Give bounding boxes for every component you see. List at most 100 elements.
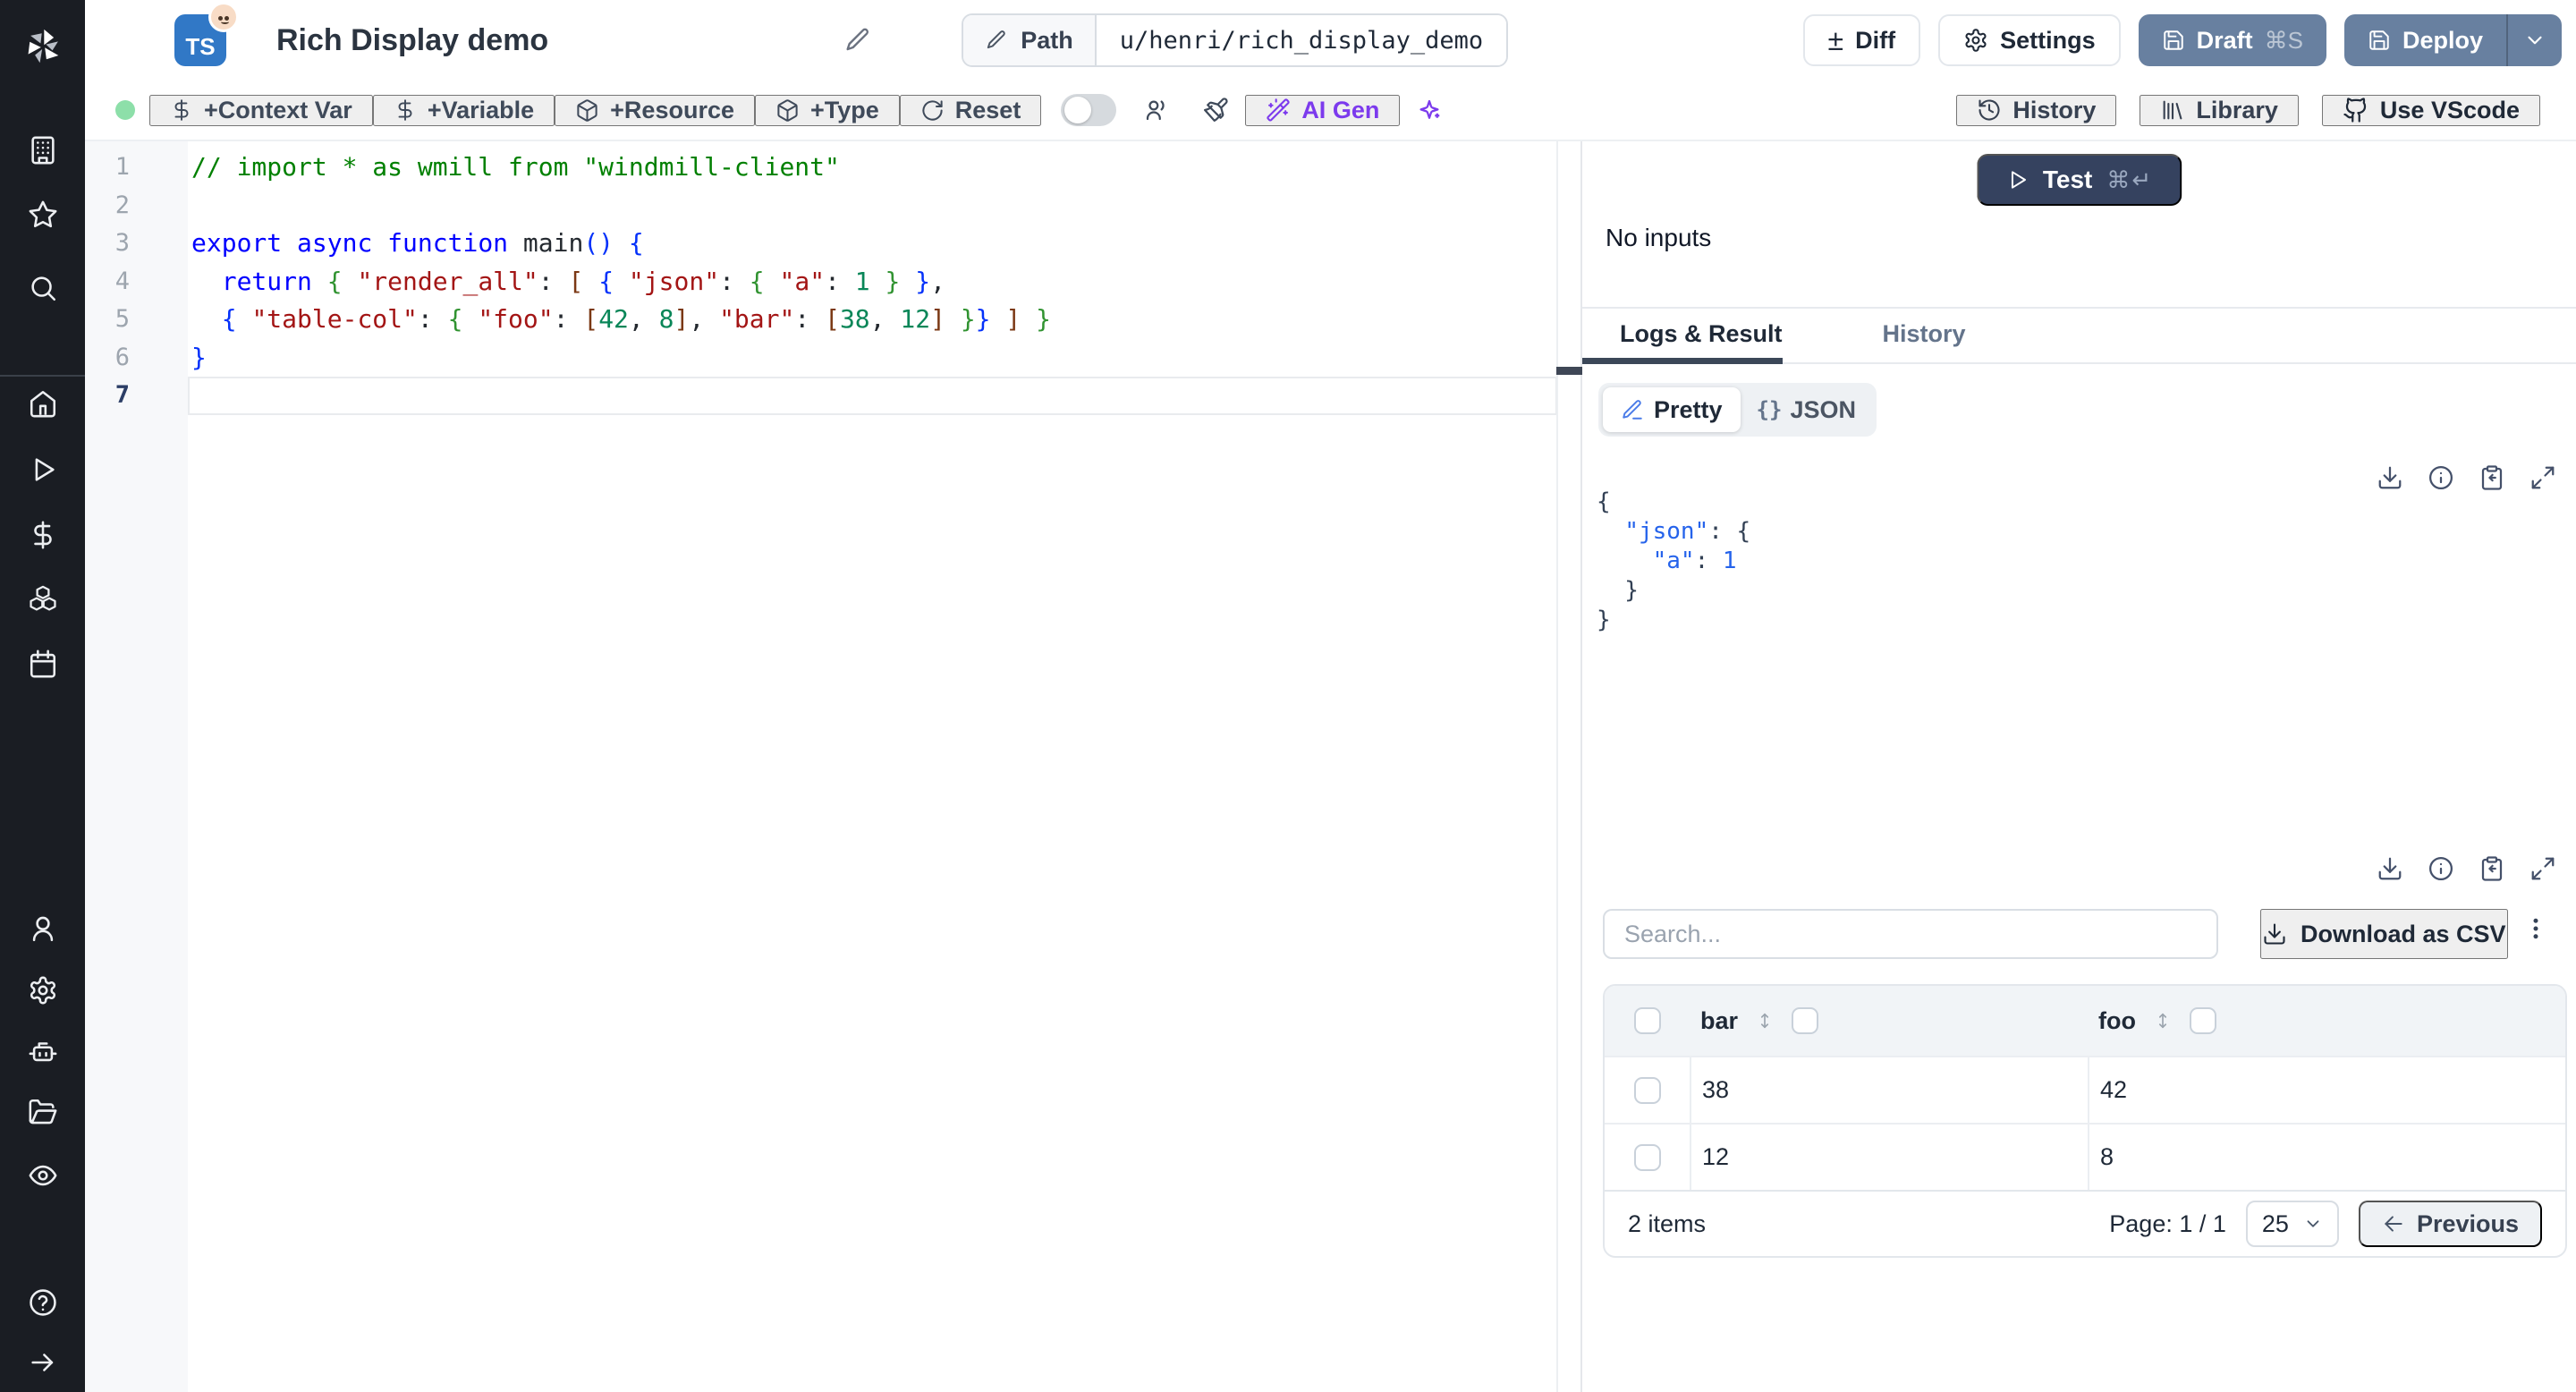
workers-robot-icon[interactable] <box>28 1036 58 1066</box>
result-actions <box>2377 464 2556 491</box>
edit-title-pencil-icon[interactable] <box>843 26 872 55</box>
line-number: 3 <box>114 229 130 257</box>
sort-foo-icon[interactable] <box>2153 1011 2173 1031</box>
diff-label: Diff <box>1855 26 1896 54</box>
windmill-logo-icon[interactable] <box>20 23 66 70</box>
reset-button[interactable]: Reset <box>899 94 1042 126</box>
settings-label: Settings <box>2000 26 2096 54</box>
code-line[interactable]: 4 return { "render_all": [ { "json": { "… <box>85 263 1580 301</box>
resources-cubes-icon[interactable] <box>28 584 58 615</box>
sort-bar-icon[interactable] <box>1755 1011 1775 1031</box>
run-section: Test ⌘↵ No inputs <box>1582 141 2576 307</box>
schedules-calendar-icon[interactable] <box>28 649 58 679</box>
path-pill[interactable]: Path u/henri/rich_display_demo <box>962 13 1509 67</box>
user-icon[interactable] <box>28 913 58 944</box>
diff-mode-toggle[interactable] <box>1061 94 1117 126</box>
path-label: Path <box>1021 26 1073 54</box>
package-icon <box>577 98 597 122</box>
draft-kbd: ⌘S <box>2264 26 2303 54</box>
result-tabs: Logs & Result History <box>1582 307 2576 364</box>
test-button[interactable]: Test ⌘↵ <box>1976 154 2182 206</box>
tab-history[interactable]: History <box>1883 320 1966 362</box>
row-checkbox[interactable] <box>1633 1076 1661 1104</box>
add-context-var-button[interactable]: +Context Var <box>149 94 373 126</box>
result-view-toggle: Pretty {} JSON <box>1598 383 1877 437</box>
result-json-line: { <box>1597 488 1611 515</box>
library-button[interactable]: Library <box>2140 94 2299 126</box>
panel-resize-handle[interactable] <box>1556 367 1582 375</box>
select-all-checkbox[interactable] <box>1633 1007 1661 1034</box>
path-label-segment[interactable]: Path <box>963 15 1097 65</box>
variables-dollar-icon[interactable] <box>28 520 58 550</box>
table-row[interactable]: 38 42 <box>1605 1056 2565 1123</box>
path-value[interactable]: u/henri/rich_display_demo <box>1096 15 1507 65</box>
deploy-button[interactable]: Deploy <box>2343 14 2562 66</box>
home-icon[interactable] <box>28 388 58 419</box>
line-number: 5 <box>114 305 130 333</box>
info-icon[interactable] <box>2428 855 2454 882</box>
code-line[interactable]: 3 export async function main() { <box>85 225 1580 263</box>
code-editor[interactable]: 1// import * as wmill from "windmill-cli… <box>85 141 1582 1392</box>
collab-users-icon[interactable] <box>1127 97 1186 123</box>
deploy-dropdown-button[interactable] <box>2508 14 2562 66</box>
result-json-line: } <box>1597 607 1611 633</box>
line-number: 6 <box>114 343 130 371</box>
cell-bar: 12 <box>1690 1125 2088 1190</box>
code-line[interactable]: 7 <box>85 377 1580 415</box>
library-icon <box>2163 100 2182 120</box>
use-vscode-button[interactable]: Use VScode <box>2321 94 2540 126</box>
help-icon[interactable] <box>28 1287 58 1318</box>
star-icon[interactable] <box>28 199 58 230</box>
app-root: TS Rich Display demo Path u/henri/rich_d… <box>0 0 2576 1392</box>
add-variable-button[interactable]: +Variable <box>372 94 555 126</box>
settings-gear-icon[interactable] <box>28 975 58 1006</box>
code-line[interactable]: 6} <box>85 339 1580 378</box>
audit-eye-icon[interactable] <box>28 1160 58 1191</box>
package-icon <box>777 98 798 122</box>
page-title: Rich Display demo <box>276 22 549 57</box>
info-icon[interactable] <box>2428 464 2454 491</box>
code-line[interactable]: 2 <box>85 187 1580 225</box>
building-icon[interactable] <box>28 135 58 166</box>
settings-button[interactable]: Settings <box>1938 14 2121 66</box>
expand-table-icon[interactable] <box>2529 855 2556 882</box>
download-table-icon[interactable] <box>2377 855 2403 882</box>
download-result-icon[interactable] <box>2377 464 2403 491</box>
json-view-button[interactable]: {} JSON <box>1741 387 1872 432</box>
add-type-button[interactable]: +Type <box>754 94 900 126</box>
runs-play-icon[interactable] <box>28 454 58 485</box>
table-row[interactable]: 12 8 <box>1605 1123 2565 1190</box>
history-button[interactable]: History <box>1956 94 2117 126</box>
code-line[interactable]: 1// import * as wmill from "windmill-cli… <box>85 149 1580 187</box>
editor-right-edge <box>1556 141 1558 1392</box>
folders-icon[interactable] <box>28 1097 58 1127</box>
column-header-foo[interactable]: foo <box>2098 1007 2136 1035</box>
code-line[interactable]: 5 { "table-col": { "foo": [42, 8], "bar"… <box>85 301 1580 339</box>
save-icon <box>2369 30 2389 50</box>
foo-column-checkbox[interactable] <box>2189 1007 2216 1034</box>
pretty-view-button[interactable]: Pretty <box>1603 387 1741 432</box>
no-inputs-label: No inputs <box>1606 224 1712 251</box>
sparkles-icon[interactable] <box>1400 97 1459 123</box>
previous-page-button[interactable]: Previous <box>2358 1201 2542 1247</box>
add-resource-button[interactable]: +Resource <box>555 94 755 126</box>
expand-result-icon[interactable] <box>2529 464 2556 491</box>
table-search-input[interactable] <box>1603 909 2218 959</box>
table-menu-kebab-icon[interactable] <box>2522 915 2549 942</box>
ai-gen-button[interactable]: AI Gen <box>1245 94 1401 126</box>
format-paintbrush-icon[interactable] <box>1186 97 1245 123</box>
column-header-bar[interactable]: bar <box>1700 1007 1738 1035</box>
page-size-select[interactable]: 25 <box>2245 1201 2339 1247</box>
search-icon[interactable] <box>28 273 58 303</box>
collapse-arrow-icon[interactable] <box>28 1347 58 1378</box>
line-number: 4 <box>114 267 130 295</box>
draft-button[interactable]: Draft ⌘S <box>2138 14 2326 66</box>
bar-column-checkbox[interactable] <box>1792 1007 1819 1034</box>
copy-result-icon[interactable] <box>2479 464 2505 491</box>
copy-table-icon[interactable] <box>2479 855 2505 882</box>
row-checkbox[interactable] <box>1633 1143 1661 1171</box>
download-icon <box>2264 923 2285 945</box>
download-csv-button[interactable]: Download as CSV <box>2260 909 2508 959</box>
tab-logs-result[interactable]: Logs & Result <box>1620 320 1783 362</box>
diff-button[interactable]: ± Diff <box>1802 14 1921 66</box>
